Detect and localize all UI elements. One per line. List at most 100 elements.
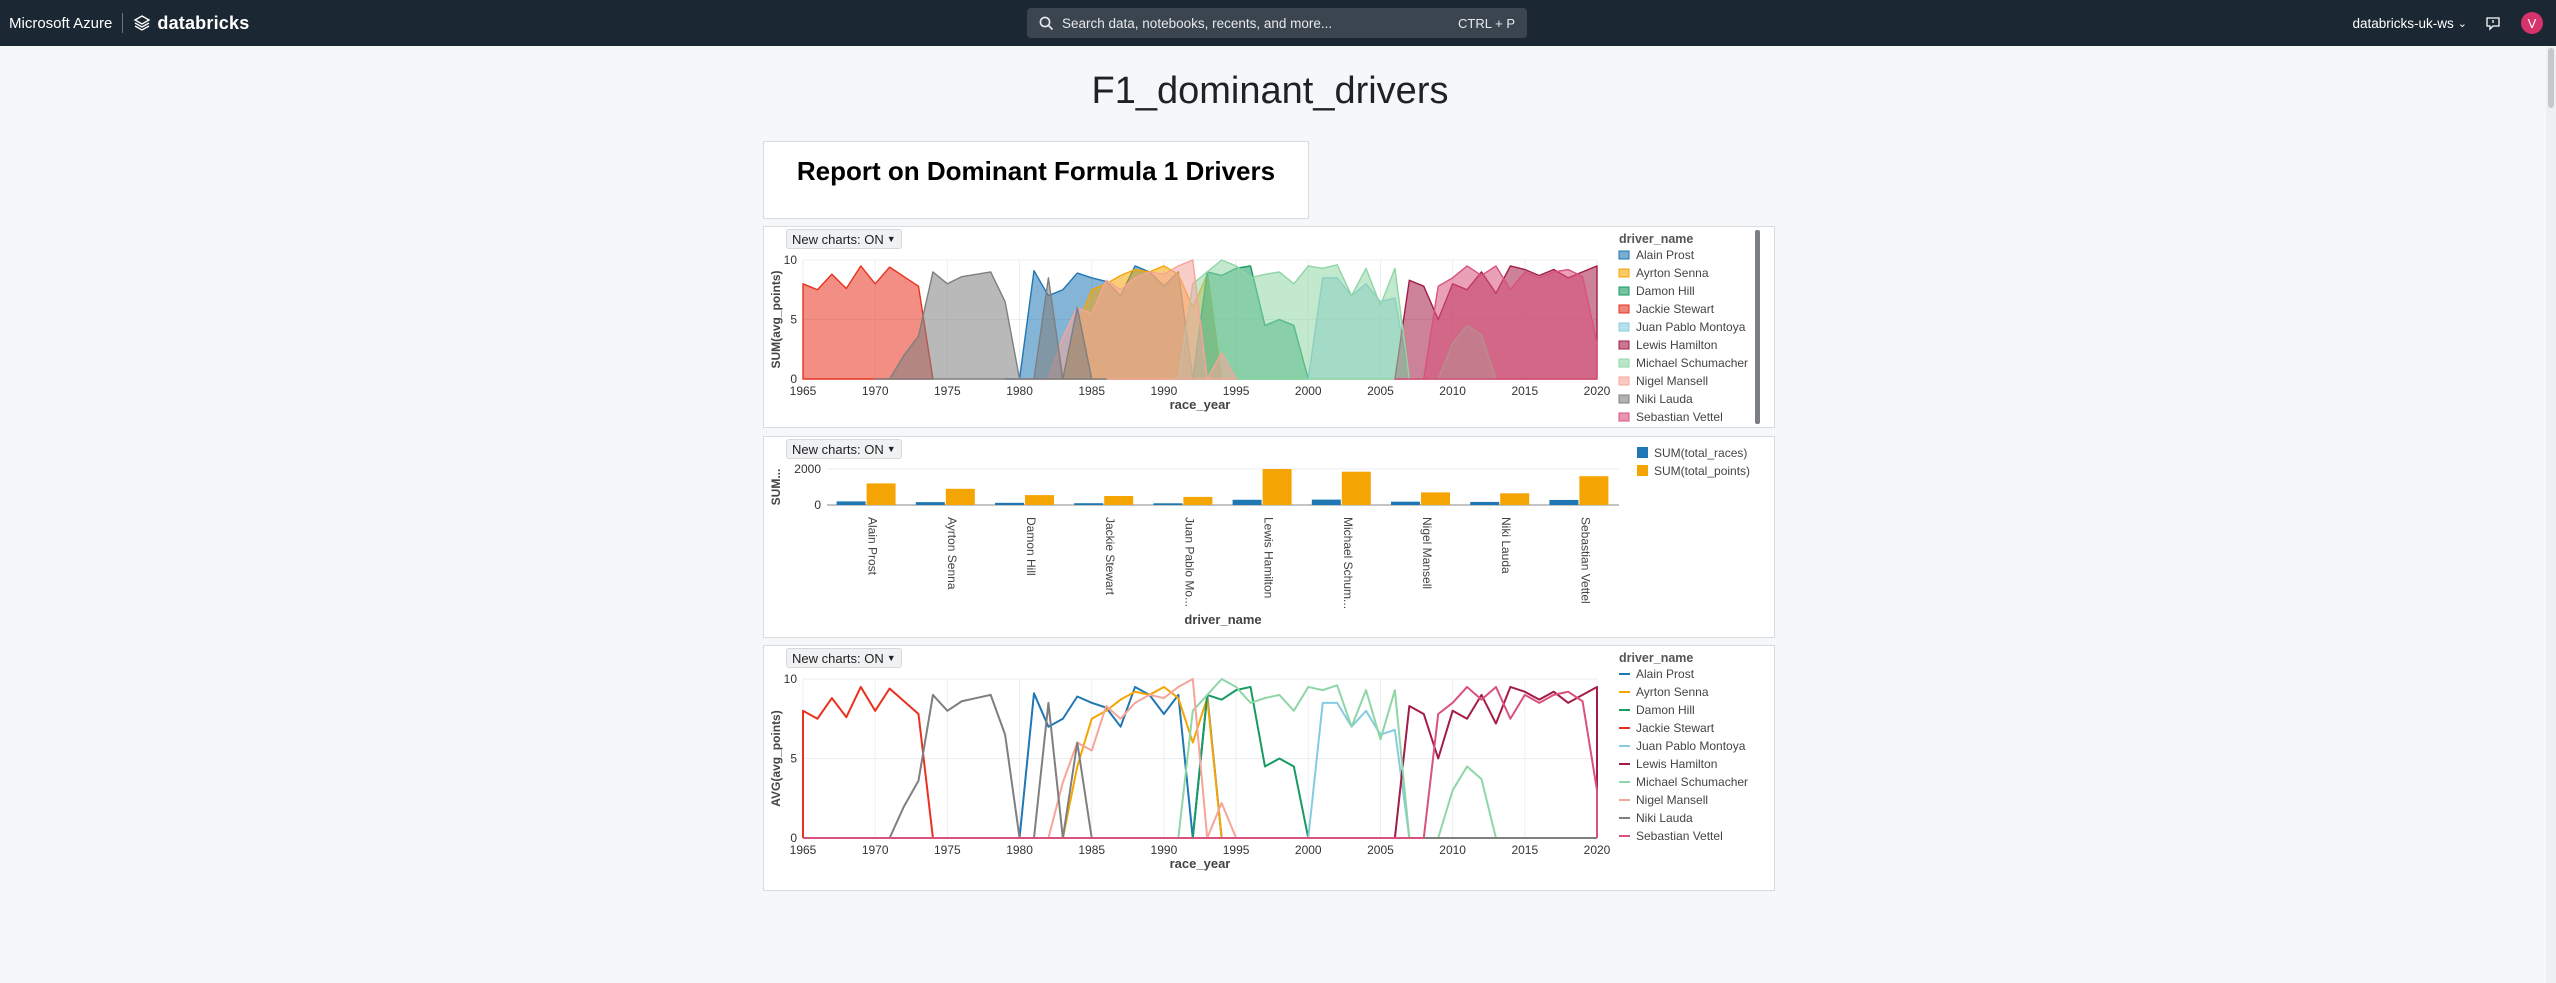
bar — [1074, 503, 1104, 505]
x-tick-label: Nigel Mansell — [1420, 517, 1434, 589]
x-tick-label: Ayrton Senna — [945, 517, 959, 590]
legend-swatch — [1618, 250, 1630, 260]
x-tick-label: 2015 — [1511, 843, 1538, 857]
legend-item: Alain Prost — [1636, 248, 1695, 262]
y-axis-label: SUM... — [769, 469, 783, 506]
page-scrollbar[interactable] — [2546, 46, 2556, 983]
legend-title: driver_name — [1619, 651, 1693, 665]
bar — [1025, 495, 1054, 505]
legend-swatch — [1618, 286, 1630, 296]
x-tick-label: 1980 — [1006, 843, 1033, 857]
text-widget: Report on Dominant Formula 1 Drivers — [763, 141, 1309, 219]
x-tick-label: 1970 — [862, 843, 889, 857]
legend-swatch — [1618, 340, 1630, 350]
legend-item: Ayrton Senna — [1636, 266, 1709, 280]
x-tick-label: Sebastian Vettel — [1578, 517, 1592, 604]
legend-item: Nigel Mansell — [1636, 374, 1708, 388]
x-tick-label: Niki Lauda — [1499, 517, 1513, 574]
line-chart-panel: New charts: ON ▼ 1965 1970 1975 1980 1985 199… — [763, 645, 1775, 891]
legend-item: SUM(total_races) — [1654, 446, 1747, 460]
x-axis-label: driver_name — [1184, 612, 1261, 627]
x-tick-label: 1975 — [934, 843, 961, 857]
legend-item: Lewis Hamilton — [1636, 338, 1717, 352]
chevron-down-icon: ⌄ — [2457, 17, 2467, 30]
databricks-stack-icon — [133, 15, 151, 31]
x-tick-label: 1970 — [862, 384, 889, 398]
legend-swatch — [1637, 465, 1648, 476]
x-tick-label: 1975 — [934, 384, 961, 398]
x-tick-label: Alain Prost — [866, 517, 880, 576]
legend-item: Damon Hill — [1636, 703, 1695, 717]
x-tick-label: Lewis Hamilton — [1262, 517, 1276, 598]
legend-swatch — [1618, 376, 1630, 386]
x-tick-label: 1990 — [1151, 843, 1178, 857]
y-axis-label: AVG(avg_points) — [769, 710, 783, 806]
legend-item: Niki Lauda — [1636, 811, 1693, 825]
x-tick-label: 1965 — [790, 384, 817, 398]
x-tick-label: 2010 — [1439, 384, 1466, 398]
legend-swatch — [1618, 322, 1630, 332]
brand-divider — [122, 13, 124, 33]
report-heading: Report on Dominant Formula 1 Drivers — [796, 156, 1276, 186]
x-tick-label: 2015 — [1511, 384, 1538, 398]
legend-item: Niki Lauda — [1636, 392, 1693, 406]
y-tick-label: 10 — [784, 253, 798, 267]
search-icon — [1039, 16, 1054, 31]
x-tick-label: 1995 — [1223, 843, 1250, 857]
x-tick-label: 1980 — [1006, 384, 1033, 398]
legend-swatch — [1618, 268, 1630, 278]
x-axis-label: race_year — [1170, 397, 1231, 412]
legend-item: Nigel Mansell — [1636, 793, 1708, 807]
x-tick-label: 1995 — [1223, 384, 1250, 398]
legend-item: Jackie Stewart — [1636, 721, 1715, 735]
search-input[interactable]: Search data, notebooks, recents, and mor… — [1027, 8, 1527, 38]
y-axis-label: SUM(avg_points) — [769, 270, 783, 368]
bar — [1262, 469, 1292, 505]
dashboard-title: F1_dominant_drivers — [1091, 70, 1449, 112]
x-tick-label: 2005 — [1367, 843, 1394, 857]
workspace-selector[interactable]: databricks-uk-ws ⌄ — [2353, 16, 2468, 31]
legend-swatch — [1637, 447, 1648, 458]
databricks-logo[interactable]: databricks — [133, 13, 249, 34]
avatar[interactable]: V — [2521, 12, 2543, 34]
x-tick-label: 1990 — [1151, 384, 1178, 398]
x-tick-label: Juan Pablo Mo... — [1182, 517, 1196, 607]
legend-item: Michael Schumacher — [1636, 775, 1748, 789]
legend-item: Juan Pablo Montoya — [1636, 320, 1746, 334]
x-tick-label: Damon Hill — [1024, 517, 1038, 576]
search-placeholder: Search data, notebooks, recents, and mor… — [1062, 15, 1333, 31]
area-chart: 1965 1970 1975 1980 1985 1990 1995 2000 2005 2010… — [769, 230, 1760, 424]
bar — [1104, 496, 1134, 505]
legend-item: Sebastian Vettel — [1636, 410, 1723, 424]
legend-item: Jackie Stewart — [1636, 302, 1715, 316]
y-tick-label: 5 — [790, 752, 797, 766]
bar — [1183, 496, 1213, 505]
bar — [995, 502, 1024, 505]
bar — [836, 501, 866, 505]
x-tick-label: 2005 — [1367, 384, 1394, 398]
legend-item: Lewis Hamilton — [1636, 757, 1717, 771]
line-chart: 1965 1970 1975 1980 1985 1990 1995 2000 2005 2010… — [769, 651, 1748, 871]
bar-chart-panel: New charts: ON ▼ 0 2000 SUM... Alain Prost A… — [763, 436, 1775, 638]
x-tick-label: 2010 — [1439, 843, 1466, 857]
y-tick-label: 10 — [784, 672, 798, 686]
y-tick-label: 0 — [814, 498, 821, 512]
x-axis-label: race_year — [1170, 856, 1231, 871]
brand-area[interactable]: Microsoft Azure databricks — [9, 13, 249, 34]
bar — [1391, 501, 1420, 505]
legend-item: Alain Prost — [1636, 667, 1695, 681]
x-tick-label: 2020 — [1584, 384, 1611, 398]
top-navigation-bar: Microsoft Azure databricks Search data, … — [0, 0, 2556, 46]
bar — [1421, 492, 1450, 505]
x-tick-label: 2000 — [1295, 384, 1322, 398]
legend-item: Sebastian Vettel — [1636, 829, 1723, 843]
y-tick-label: 0 — [790, 831, 797, 845]
scrollbar-thumb[interactable] — [2548, 48, 2554, 108]
feedback-icon[interactable] — [2485, 15, 2501, 31]
bar — [866, 483, 896, 505]
bar — [1311, 499, 1341, 505]
legend-item: Michael Schumacher — [1636, 356, 1748, 370]
bar — [945, 488, 975, 505]
azure-label: Microsoft Azure — [9, 14, 113, 32]
y-tick-label: 0 — [790, 372, 797, 386]
